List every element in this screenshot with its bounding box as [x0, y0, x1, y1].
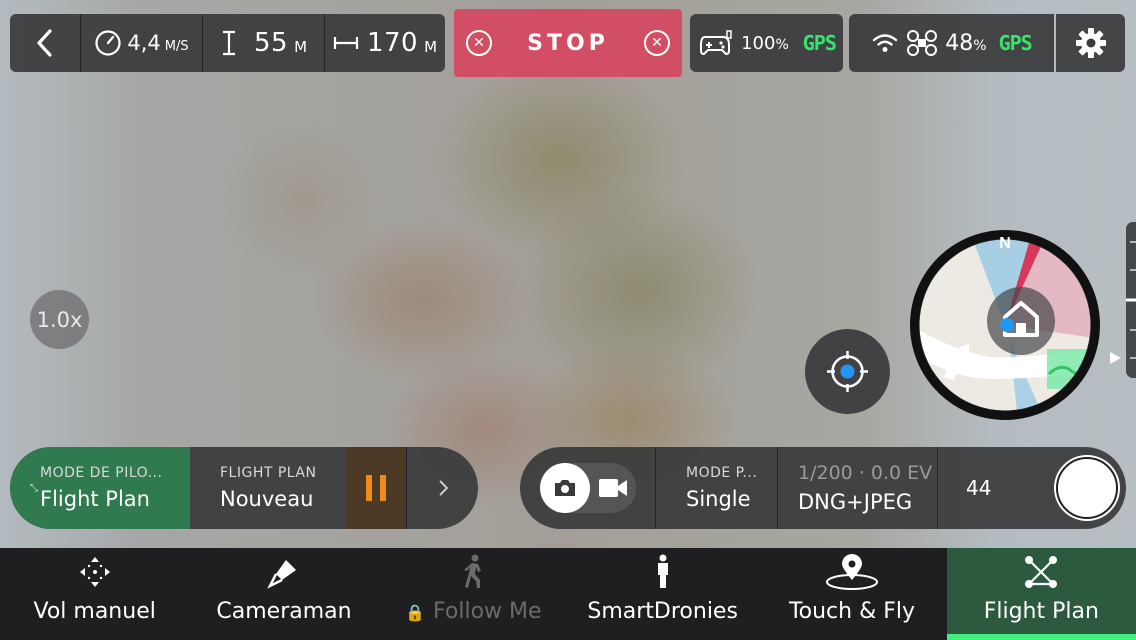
- gamepad-icon: [700, 30, 732, 56]
- photo-video-toggle[interactable]: [520, 447, 655, 529]
- walking-person-icon: [459, 553, 487, 591]
- tab-flight-plan[interactable]: Flight Plan: [946, 548, 1136, 640]
- shutter-area: 44: [937, 447, 1126, 529]
- minimap-icon: N: [910, 230, 1100, 420]
- recenter-button[interactable]: [805, 329, 890, 414]
- photo-mode-value: Single: [686, 487, 751, 511]
- close-circle-icon: ✕: [466, 30, 492, 56]
- speed-value: 4,4: [127, 31, 161, 55]
- settings-button[interactable]: [1056, 14, 1125, 72]
- drone-status[interactable]: 48% GPS: [849, 14, 1054, 72]
- video-camera-icon: [598, 476, 628, 504]
- photo-mode-selector[interactable]: MODE P... Single: [655, 447, 777, 529]
- altitude-icon: [222, 30, 235, 56]
- drone-icon: [907, 30, 938, 56]
- mode-navigation: Vol manuel Cameraman 🔒 Follow Me SmartDro…: [0, 548, 1136, 640]
- piloting-mode-label: MODE DE PILO...: [40, 465, 163, 481]
- photo-mode-label: MODE P...: [686, 465, 758, 481]
- pen-icon: [266, 553, 302, 591]
- altitude-scale: [1126, 222, 1136, 378]
- altitude-readout: 55 M: [202, 14, 324, 72]
- compass-north-label: N: [999, 235, 1011, 252]
- tab-follow-me[interactable]: 🔒 Follow Me: [379, 548, 568, 640]
- distance-icon: [333, 37, 359, 49]
- flight-plan-selector[interactable]: FLIGHT PLAN Nouveau: [190, 447, 346, 529]
- tab-cameraman[interactable]: Cameraman: [189, 548, 378, 640]
- drone-gps: GPS: [998, 31, 1033, 55]
- speed-readout: 4,4 M/S: [80, 14, 202, 72]
- pause-icon: [366, 475, 386, 501]
- speed-unit: M/S: [164, 38, 189, 54]
- tab-label: Touch & Fly: [788, 599, 916, 624]
- tab-label-locked: 🔒 Follow Me: [405, 599, 542, 624]
- lock-icon: 🔒: [405, 603, 426, 622]
- tab-smartdronies[interactable]: SmartDronies: [568, 548, 757, 640]
- piloting-panel: ⤡ MODE DE PILO... Flight Plan FLIGHT PLA…: [10, 447, 478, 529]
- flight-plan-label: FLIGHT PLAN: [220, 465, 317, 481]
- controller-status[interactable]: 100% GPS: [690, 14, 843, 72]
- person-icon: [653, 553, 673, 591]
- distance-readout: 170 M: [324, 14, 445, 72]
- flight-plan-value: Nouveau: [220, 487, 314, 511]
- shot-count: 44: [966, 476, 992, 500]
- gear-icon: [1075, 28, 1106, 58]
- tab-label: Flight Plan: [983, 599, 1099, 624]
- exposure-settings[interactable]: 1/200 · 0.0 EV DNG+JPEG: [777, 447, 937, 529]
- distance-unit: M: [424, 38, 438, 56]
- chevron-left-icon: [37, 29, 52, 57]
- stop-label: STOP: [527, 30, 609, 56]
- camera-panel: MODE P... Single 1/200 · 0.0 EV DNG+JPEG…: [520, 447, 1126, 529]
- exposure-value: 1/200 · 0.0 EV: [798, 462, 933, 484]
- tab-touch-fly[interactable]: Touch & Fly: [757, 548, 946, 640]
- chevron-right-icon: [438, 480, 448, 496]
- tab-label: SmartDronies: [587, 599, 738, 624]
- pause-button[interactable]: [346, 447, 406, 529]
- expand-icon: ⤡: [30, 483, 38, 494]
- distance-value: 170: [366, 28, 419, 58]
- altitude-unit: M: [294, 38, 308, 56]
- tab-label: Vol manuel: [33, 599, 156, 624]
- move-arrows-icon: [77, 553, 113, 591]
- format-value: DNG+JPEG: [798, 490, 913, 514]
- crosshair-icon: [827, 351, 868, 392]
- controller-gps: GPS: [802, 31, 837, 55]
- shutter-button[interactable]: [1056, 457, 1118, 519]
- wifi-icon: [873, 34, 898, 52]
- map-pin-icon: [824, 553, 880, 591]
- camera-icon: [539, 463, 590, 513]
- speedometer-icon: [95, 30, 121, 56]
- tab-vol-manuel[interactable]: Vol manuel: [0, 548, 189, 640]
- piloting-mode-selector[interactable]: ⤡ MODE DE PILO... Flight Plan: [10, 447, 190, 529]
- zoom-button[interactable]: 1.0x: [30, 290, 89, 349]
- flight-plan-icon: [1023, 553, 1059, 591]
- close-circle-icon: ✕: [644, 30, 670, 56]
- compass-minimap[interactable]: N: [909, 229, 1101, 421]
- piloting-mode-value: Flight Plan: [40, 487, 150, 511]
- stop-button[interactable]: ✕ STOP ✕: [454, 9, 682, 77]
- controller-battery: 100%: [741, 32, 789, 54]
- altitude-marker-icon: [1110, 352, 1121, 364]
- back-button[interactable]: [10, 14, 80, 72]
- flight-telemetry-bar: 4,4 M/S 55 M 170 M: [10, 14, 445, 72]
- altitude-value: 55: [253, 28, 289, 58]
- drone-battery: 48%: [945, 30, 987, 56]
- tab-label: Cameraman: [216, 599, 352, 624]
